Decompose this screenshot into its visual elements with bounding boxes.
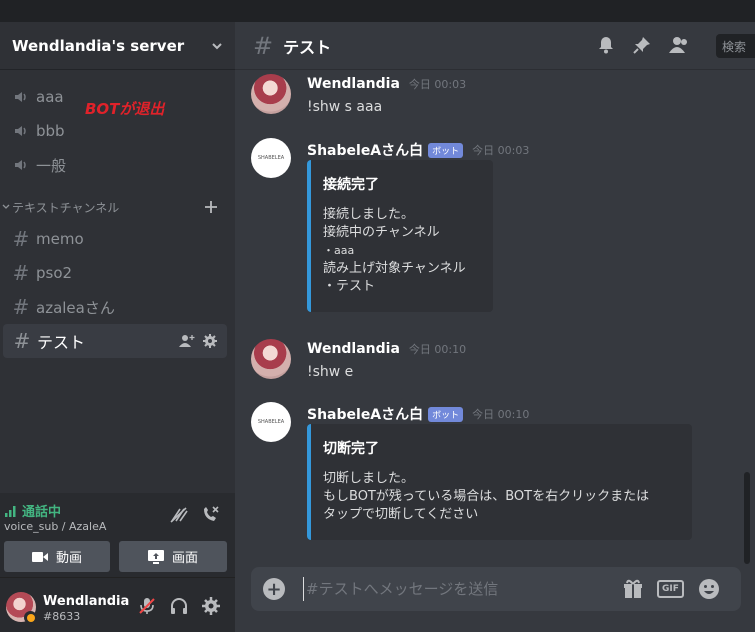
screen-share-icon (147, 549, 164, 564)
window-top-bar (0, 0, 755, 22)
invite-user-icon[interactable] (179, 334, 195, 348)
mic-muted-icon[interactable] (138, 597, 156, 615)
embed-title: 切断完了 (323, 441, 379, 457)
embed: 切断完了 切断しました。 もしBOTが残っている場合は、BOTを右クリックまたは… (307, 424, 692, 540)
chevron-down-icon (212, 42, 222, 49)
avatar[interactable] (251, 339, 291, 379)
message-time: 今日 00:10 (408, 343, 467, 356)
channel-label: memo (36, 230, 84, 248)
embed-line: ・aaa (323, 244, 355, 257)
embed-line: ・テスト (323, 279, 376, 294)
status-idle-icon (24, 611, 37, 624)
text-channel-memo[interactable]: # memo (0, 222, 235, 256)
gear-icon[interactable] (203, 334, 217, 348)
text-channel-test[interactable]: # テスト (3, 324, 227, 358)
channel-title: テスト (283, 37, 332, 57)
bot-badge: ボット (428, 406, 464, 422)
screen-share-label: 画面 (171, 551, 198, 566)
search-input[interactable]: 検索 (716, 34, 755, 58)
embed-line: 接続中のチャンネル (323, 225, 440, 240)
noise-suppression-icon[interactable] (170, 507, 188, 523)
channel-label: azaleaさん (36, 298, 115, 317)
message-time: 今日 00:03 (408, 78, 467, 91)
voice-status[interactable]: 通話中 (4, 501, 61, 520)
message-author[interactable]: Wendlandia (307, 76, 400, 92)
message-time: 今日 00:10 (472, 408, 530, 421)
hash-icon: # (12, 295, 30, 319)
upload-plus-icon[interactable]: + (263, 578, 285, 600)
bot-badge: ボット (428, 142, 464, 158)
gif-icon[interactable]: GIF (657, 580, 684, 598)
embed-line: タップで切断してください (323, 507, 479, 522)
speaker-icon (10, 89, 32, 105)
chevron-down-icon (2, 204, 10, 209)
voice-status-text: 通話中 (22, 505, 62, 520)
hash-icon: # (12, 261, 30, 285)
video-button-label: 動画 (55, 551, 82, 566)
user-settings-gear-icon[interactable] (202, 597, 220, 615)
embed: 接続完了 接続しました。 接続中のチャンネル ・aaa 読み上げ対象チャンネル … (307, 160, 493, 312)
speaker-icon (10, 123, 32, 139)
bell-icon[interactable] (597, 36, 615, 54)
member-list-icon[interactable] (669, 36, 689, 54)
channel-label: aaa (36, 88, 64, 106)
user-tag: #8633 (43, 610, 81, 623)
channel-label: 一般 (36, 156, 67, 175)
embed-title: 接続完了 (323, 177, 379, 193)
screen-share-button[interactable]: 画面 (119, 541, 227, 572)
category-text-channels[interactable]: テキストチャンネル (0, 192, 235, 222)
message-author[interactable]: ShabeleAさん白 (307, 404, 423, 424)
chat-area: # テスト 検索 Wendlandia 今日 00:03 !shw s aaa S… (235, 22, 755, 632)
voice-connection-panel: 通話中 voice_sub / AzaleA 動画 画面 (0, 493, 235, 578)
message-author[interactable]: Wendlandia (307, 341, 400, 357)
signal-icon (5, 505, 16, 517)
voice-channel-info: voice_sub / AzaleA (4, 520, 107, 533)
message-text: !shw s aaa (307, 99, 383, 115)
message-time: 今日 00:03 (472, 144, 530, 157)
username: Wendlandia (43, 594, 130, 609)
add-channel-icon[interactable] (205, 201, 217, 213)
annotation-text: BOTが退出 (85, 100, 165, 118)
voice-channel-general[interactable]: 一般 (0, 148, 235, 182)
disconnect-call-icon[interactable] (202, 505, 220, 523)
channel-label: テスト (37, 333, 86, 352)
video-camera-icon (31, 551, 48, 562)
embed-line: 読み上げ対象チャンネル (323, 261, 466, 276)
embed-line: もしBOTが残っている場合は、BOTを右クリックまたは (323, 489, 650, 504)
message-text: !shw e (307, 364, 354, 380)
emoji-icon[interactable] (698, 578, 720, 600)
server-name: Wendlandia's server (12, 36, 185, 55)
video-button[interactable]: 動画 (4, 541, 110, 572)
embed-line: 切断しました。 (323, 471, 415, 486)
voice-channel-bbb[interactable]: bbb (0, 114, 235, 148)
speaker-icon (10, 157, 32, 173)
channel-label: bbb (36, 122, 65, 140)
hash-icon: # (12, 227, 30, 251)
text-channel-pso2[interactable]: # pso2 (0, 256, 235, 290)
headphones-icon[interactable] (170, 597, 188, 615)
hash-icon: # (13, 329, 31, 353)
bot-avatar[interactable]: SHABELEA (251, 138, 291, 178)
embed-line: 接続しました。 (323, 207, 415, 222)
message-author[interactable]: ShabeleAさん白 (307, 140, 423, 160)
pin-icon[interactable] (633, 36, 651, 54)
text-channel-azalea[interactable]: # azaleaさん (0, 290, 235, 324)
avatar[interactable] (251, 74, 291, 114)
message-input[interactable] (303, 577, 603, 601)
message-composer: + GIF (251, 567, 741, 611)
channel-label: pso2 (36, 264, 73, 282)
bot-avatar[interactable]: SHABELEA (251, 402, 291, 442)
gift-icon[interactable] (623, 579, 643, 599)
scrollbar[interactable] (744, 472, 750, 564)
user-panel: Wendlandia #8633 (0, 578, 235, 632)
hash-icon: # (253, 31, 274, 60)
server-header[interactable]: Wendlandia's server (0, 22, 235, 70)
category-label: テキストチャンネル (12, 200, 120, 215)
